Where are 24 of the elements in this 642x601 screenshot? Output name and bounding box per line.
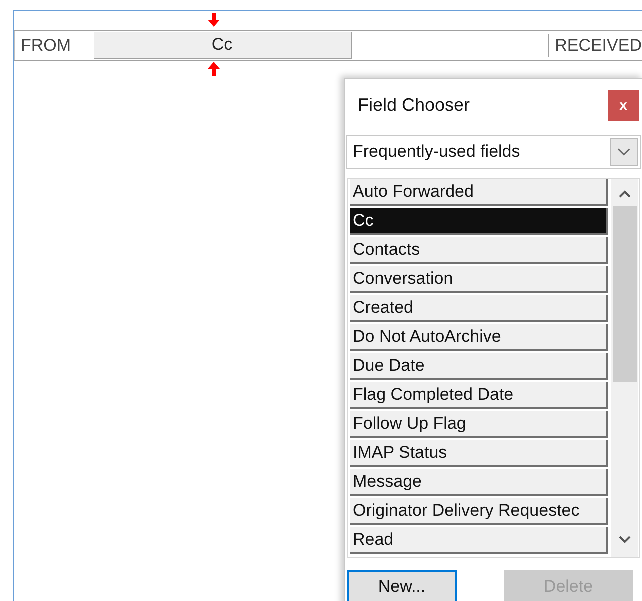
dialog-button[interactable]: New... — [347, 570, 457, 601]
field-item[interactable]: IMAP Status — [350, 440, 608, 467]
field-item[interactable]: Flag Completed Date — [350, 382, 608, 409]
column-header[interactable]: RECEIVED — [548, 34, 642, 57]
field-item[interactable]: Message — [350, 469, 608, 496]
category-dropdown[interactable]: Frequently-used fields — [346, 135, 641, 169]
field-item[interactable]: Auto Forwarded — [350, 179, 608, 206]
chevron-down-icon — [610, 138, 638, 166]
scrollbar-thumb[interactable] — [612, 206, 636, 382]
close-button[interactable]: x — [608, 90, 639, 120]
field-item[interactable]: Due Date — [350, 353, 608, 380]
field-item[interactable]: Created — [350, 295, 608, 322]
field-item[interactable]: Cc — [350, 208, 608, 235]
drop-arrow-icon — [207, 13, 221, 27]
field-item[interactable]: Originator Delivery Requestec — [350, 498, 608, 525]
drop-arrow-icon — [207, 62, 221, 76]
field-item[interactable]: Do Not AutoArchive — [350, 324, 608, 351]
column-header[interactable]: Cc — [94, 32, 352, 59]
field-item[interactable]: Conversation — [350, 266, 608, 293]
scrollbar[interactable] — [611, 179, 638, 557]
dialog-title: Field Chooser — [358, 94, 470, 116]
field-item[interactable]: Follow Up Flag — [350, 411, 608, 438]
field-item[interactable]: Contacts — [350, 237, 608, 264]
field-item[interactable]: Read — [350, 527, 608, 554]
